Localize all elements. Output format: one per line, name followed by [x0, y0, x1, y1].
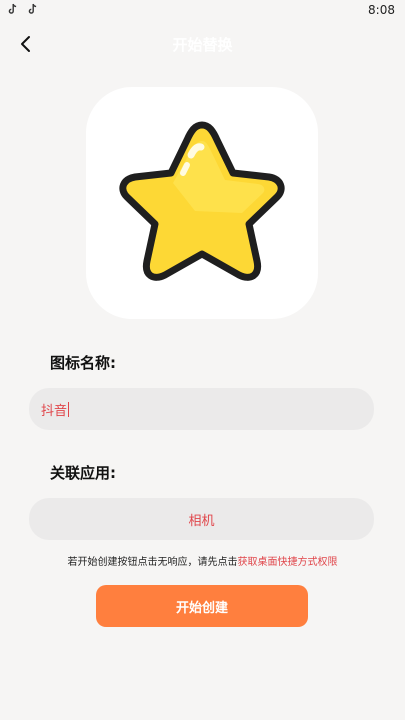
shortcut-permission-link[interactable]: 获取桌面快捷方式权限 — [238, 557, 338, 568]
linked-app-value[interactable]: 相机 — [188, 510, 214, 529]
icon-name-label: 图标名称: — [50, 354, 116, 372]
text-cursor — [68, 401, 70, 417]
icon-name-input[interactable]: 抖音 — [29, 388, 374, 430]
linked-app-label: 关联应用: — [50, 464, 116, 482]
permission-hint: 若开始创建按钮点击无响应，请先点击获取桌面快捷方式权限 — [0, 553, 405, 568]
status-bar: 8:08 — [0, 0, 405, 22]
icon-preview — [86, 87, 318, 319]
hint-text: 若开始创建按钮点击无响应，请先点击 — [67, 557, 238, 568]
tiktok-icon — [28, 3, 37, 14]
linked-app-selector[interactable]: 相机 — [29, 498, 374, 540]
nav-bar: 开始替换 — [0, 22, 405, 66]
start-create-button[interactable]: 开始创建 — [96, 585, 308, 627]
status-time: 8:08 — [368, 3, 395, 17]
star-icon — [119, 121, 285, 281]
page-title: 开始替换 — [172, 36, 233, 54]
status-notification-icons — [8, 3, 38, 15]
tiktok-icon — [8, 3, 17, 14]
icon-name-value[interactable]: 抖音 — [41, 400, 67, 419]
